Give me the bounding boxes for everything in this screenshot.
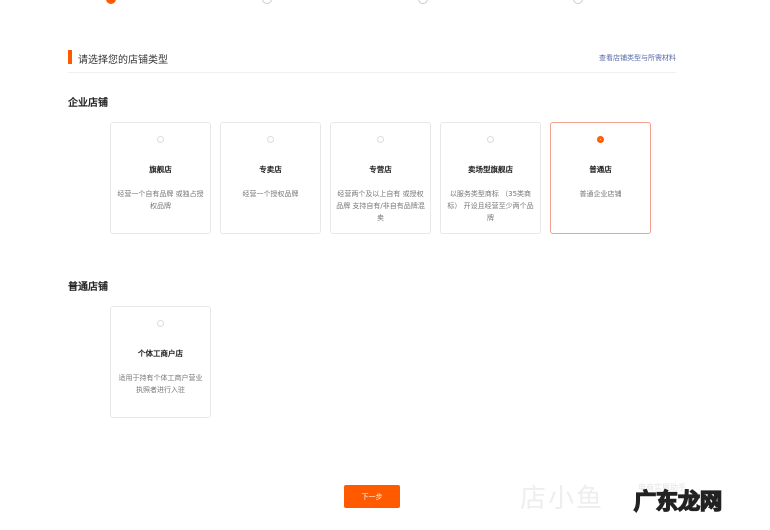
- card-title: 个体工商户店: [138, 349, 183, 358]
- step-2: [262, 0, 272, 4]
- step-dot: [418, 0, 428, 4]
- step-dot: [262, 0, 272, 4]
- radio-button[interactable]: [487, 136, 494, 143]
- store-type-card[interactable]: 卖场型旗舰店 以服务类型商标 （35类商标） 开设且经营至少两个品牌: [440, 122, 541, 234]
- card-title: 专卖店: [259, 165, 282, 174]
- radio-button[interactable]: [377, 136, 384, 143]
- section-header: 请选择您的店铺类型 查看店铺类型与所需材料: [68, 50, 676, 73]
- section-title: 请选择您的店铺类型: [78, 55, 168, 66]
- card-description: 适用于持有个体工商户营业执照者进行入驻: [118, 374, 203, 394]
- store-type-card[interactable]: 专营店 经营两个及以上自有 或授权品牌 支持自有/非自有品牌混卖: [330, 122, 431, 234]
- card-title: 卖场型旗舰店: [468, 165, 513, 174]
- next-step-button[interactable]: 下一步: [344, 485, 400, 508]
- card-description: 经营一个授权品牌: [242, 190, 299, 198]
- card-description: 以服务类型商标 （35类商标） 开设且经营至少两个品牌: [447, 190, 534, 222]
- group-label-enterprise: 企业店铺: [68, 98, 108, 109]
- step-dot: [573, 0, 583, 4]
- store-type-card[interactable]: 个体工商户店 适用于持有个体工商户营业执照者进行入驻: [110, 306, 211, 418]
- radio-button[interactable]: [157, 136, 164, 143]
- step-1: [106, 0, 116, 4]
- card-title: 旗舰店: [149, 165, 172, 174]
- step-3: [418, 0, 428, 4]
- watermark-brand: 店小鱼: [520, 484, 605, 514]
- accent-bar: [68, 50, 72, 64]
- radio-button[interactable]: [597, 136, 604, 143]
- card-title: 普通店: [589, 165, 612, 174]
- radio-button[interactable]: [157, 320, 164, 327]
- step-dot: [106, 0, 116, 4]
- card-description: 经营一个自有品牌 或独占授权品牌: [117, 190, 204, 210]
- view-store-types-link[interactable]: 查看店铺类型与所需材料: [599, 53, 676, 63]
- store-type-card[interactable]: 普通店 普通企业店铺: [550, 122, 651, 234]
- group-label-individual: 普通店铺: [68, 282, 108, 293]
- store-type-card[interactable]: 旗舰店 经营一个自有品牌 或独占授权品牌: [110, 122, 211, 234]
- card-description: 经营两个及以上自有 或授权品牌 支持自有/非自有品牌混卖: [336, 190, 425, 222]
- card-title: 专营店: [369, 165, 392, 174]
- watermark-site: 广东龙网: [633, 489, 723, 516]
- card-description: 普通企业店铺: [579, 190, 622, 198]
- store-type-card[interactable]: 专卖店 经营一个授权品牌: [220, 122, 321, 234]
- radio-button[interactable]: [267, 136, 274, 143]
- step-4: [573, 0, 583, 4]
